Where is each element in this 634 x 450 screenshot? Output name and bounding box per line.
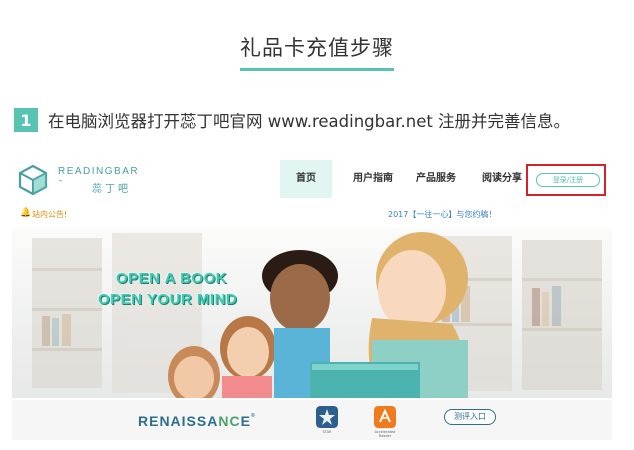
- site-header: READINGBAR ¯ 蕊丁吧 首页 用户指南 产品服务 阅读分享 登录/注册: [12, 158, 612, 202]
- star-badge-label: STAR: [322, 430, 332, 434]
- evaluation-entry-button[interactable]: 测评入口: [444, 409, 496, 425]
- step-instruction: 在电脑浏览器打开蕊丁吧官网 www.readingbar.net 注册并完善信息…: [48, 112, 571, 131]
- website-screenshot: READINGBAR ¯ 蕊丁吧 首页 用户指南 产品服务 阅读分享 登录/注册…: [12, 158, 612, 440]
- nav-user-guide[interactable]: 用户指南: [342, 160, 404, 198]
- login-register-button[interactable]: 登录/注册: [536, 173, 600, 187]
- renaissance-logo[interactable]: RENAISSANCE®: [138, 413, 256, 429]
- logo-text-cn: 蕊丁吧: [92, 184, 131, 195]
- banner-slogan-line1: Open A Book: [116, 270, 228, 287]
- notice-label: 站内公告!: [32, 210, 68, 219]
- readingbar-logo-icon[interactable]: [18, 164, 48, 196]
- nav-reading-share[interactable]: 阅读分享: [476, 160, 528, 198]
- ar-badge-label: Accelerated Reader: [374, 430, 396, 438]
- star-badge-icon[interactable]: [316, 406, 338, 428]
- renaissance-logo-accent: NC: [218, 413, 241, 429]
- banner-slogan-line2: Open Your Mind: [98, 291, 238, 308]
- nav-home[interactable]: 首页: [280, 160, 332, 198]
- hero-banner[interactable]: Open A Book Open Your Mind: [12, 228, 612, 398]
- trademark-mark: ®: [250, 413, 256, 419]
- page-title-wrap: 礼品卡充值步骤: [0, 32, 634, 71]
- renaissance-logo-tail: E: [240, 413, 251, 429]
- notice-marquee[interactable]: 2017【一往一心】与您约稿！: [388, 209, 496, 220]
- partner-bar: RENAISSANCE® STAR Accelerated Reader 测评入…: [12, 400, 612, 440]
- page-title: 礼品卡充值步骤: [240, 32, 394, 71]
- logo-text-en: READINGBAR: [58, 166, 140, 177]
- notice-bar: 🔔 站内公告! 2017【一往一心】与您约稿！: [12, 206, 612, 224]
- renaissance-logo-main: RENAISSA: [138, 413, 219, 429]
- bell-icon: 🔔: [20, 208, 32, 218]
- nav-products[interactable]: 产品服务: [410, 160, 462, 198]
- book-badge-icon[interactable]: [374, 406, 396, 428]
- banner-illustration: [12, 228, 612, 398]
- step-row: 1 在电脑浏览器打开蕊丁吧官网 www.readingbar.net 注册并完善…: [14, 108, 570, 132]
- logo-dash: ¯: [58, 180, 63, 191]
- step-number-badge: 1: [14, 108, 38, 132]
